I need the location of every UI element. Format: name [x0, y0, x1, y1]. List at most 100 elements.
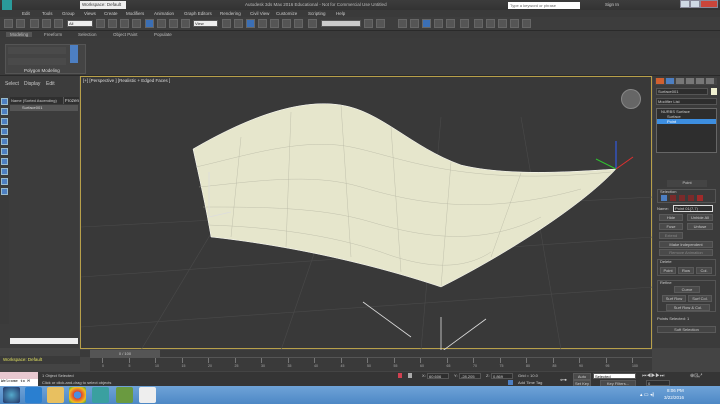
explorer-tab-edit[interactable]: Edit [46, 81, 55, 87]
clock-time[interactable]: 8:06 PM [667, 388, 684, 393]
auto-key-button[interactable]: Auto Key [573, 373, 591, 380]
list-item[interactable]: Surface001 [10, 105, 78, 111]
z-coordinate-field[interactable]: 0.869 [491, 373, 513, 379]
row-and-column-icon[interactable] [688, 195, 694, 201]
material-editor-icon[interactable] [460, 19, 469, 28]
delete-col-button[interactable]: Col. [696, 267, 712, 274]
surf-col-button[interactable]: Surf Col. [688, 295, 712, 302]
menu-scripting[interactable]: Scripting [308, 10, 330, 17]
time-tag-icon[interactable] [508, 380, 513, 385]
place-icon[interactable] [181, 19, 190, 28]
app-logo-icon[interactable] [2, 0, 12, 10]
align-icon[interactable] [376, 19, 385, 28]
explorer-tab-display[interactable]: Display [24, 81, 40, 87]
object-name-field[interactable]: Surface001 [656, 88, 708, 95]
menu-animation[interactable]: Animation [154, 10, 178, 17]
window-crossing-icon[interactable] [132, 19, 141, 28]
point-name-field[interactable]: Point 01(7,7) [673, 205, 713, 212]
layer-manager-icon[interactable] [398, 19, 407, 28]
add-time-tag-button[interactable]: Add Time Tag [518, 380, 542, 385]
surf-row-button[interactable]: Surf Row [662, 295, 686, 302]
move-gizmo[interactable] [596, 141, 633, 169]
time-slider[interactable]: 0 / 100 [80, 350, 652, 357]
region-select-icon[interactable] [120, 19, 129, 28]
lock-icon[interactable] [408, 373, 412, 378]
refine-curve-button[interactable]: Curve [674, 286, 700, 293]
menu-views[interactable]: Views [84, 10, 98, 17]
utilities-tab-icon[interactable] [706, 78, 714, 84]
scene-explorer-icon[interactable] [422, 19, 431, 28]
manipulate-icon[interactable] [234, 19, 243, 28]
tab-modeling[interactable]: Modeling [6, 32, 32, 37]
maxscript-listener[interactable]: Welcome to M [0, 379, 38, 386]
internet-explorer-icon[interactable] [25, 387, 42, 403]
object-color-swatch[interactable] [711, 88, 717, 95]
selection-filter-dropdown[interactable]: All [67, 20, 93, 27]
modifier-list-dropdown[interactable]: Modifier List [656, 98, 717, 105]
delete-row-button[interactable]: Row [678, 267, 694, 274]
angle-snap-icon[interactable] [270, 19, 279, 28]
select-object-icon[interactable] [96, 19, 105, 28]
display-helpers-icon[interactable] [1, 148, 8, 155]
camtasia-recorder-icon[interactable] [139, 387, 156, 403]
extend-button[interactable]: Extend [659, 232, 683, 239]
tab-selection[interactable]: Selection [78, 32, 97, 37]
create-tab-icon[interactable] [656, 78, 664, 84]
menu-graph-editors[interactable]: Graph Editors [184, 10, 214, 17]
menu-help[interactable]: Help [336, 10, 350, 17]
isolate-icon[interactable] [398, 373, 402, 378]
x-coordinate-field[interactable]: 60.606 [427, 373, 449, 379]
render-iterative-icon[interactable] [510, 19, 519, 28]
select-scale-icon[interactable] [169, 19, 178, 28]
named-selection-input[interactable] [321, 20, 361, 27]
viewport-nav-controls[interactable]: ⊕⊡⤢ [690, 373, 702, 379]
viewcube-icon[interactable] [621, 89, 641, 109]
display-tab-icon[interactable] [696, 78, 704, 84]
explorer-tab-select[interactable]: Select [5, 81, 19, 87]
key-icon[interactable]: ⊶ [560, 376, 567, 384]
rendered-frame-icon[interactable] [486, 19, 495, 28]
maxscript-listener-top[interactable] [0, 372, 38, 379]
percent-snap-icon[interactable] [282, 19, 291, 28]
display-bones-icon[interactable] [1, 188, 8, 195]
column-of-points-icon[interactable] [679, 195, 685, 201]
point-rollout-header[interactable]: Point [667, 180, 707, 187]
reference-coordinate-dropdown[interactable]: View [193, 20, 218, 27]
motion-tab-icon[interactable] [686, 78, 694, 84]
select-by-name-icon[interactable] [108, 19, 117, 28]
file-explorer-icon[interactable] [47, 387, 64, 403]
sign-in-link[interactable]: Sign In [605, 2, 619, 7]
track-bar[interactable]: 0510152025303540455055606570758085909510… [90, 357, 652, 371]
search-input[interactable]: Type a keyword or phrase [508, 2, 580, 9]
snaps-toggle-icon[interactable] [258, 19, 267, 28]
remove-animation-button[interactable]: Remove Animation [659, 249, 713, 256]
explorer-scrollbar[interactable] [10, 338, 78, 344]
display-groups-icon[interactable] [1, 168, 8, 175]
menu-customize[interactable]: Customize [276, 10, 302, 17]
keyboard-shortcut-icon[interactable] [246, 19, 255, 28]
select-move-icon[interactable] [145, 19, 154, 28]
close-button[interactable] [700, 0, 718, 8]
display-geometry-icon[interactable] [1, 108, 8, 115]
unfuse-button[interactable]: Unfuse [687, 223, 713, 230]
single-point-icon[interactable] [661, 195, 667, 201]
workspace-selector[interactable]: Workspace: Default [0, 356, 80, 364]
display-lights-icon[interactable] [1, 128, 8, 135]
soft-selection-rollout[interactable]: Soft Selection [657, 326, 716, 333]
workspace-dropdown[interactable]: Workspace: Default [80, 1, 126, 9]
undo-icon[interactable] [4, 19, 13, 28]
display-spacewarps-icon[interactable] [1, 158, 8, 165]
menu-group[interactable]: Group [62, 10, 78, 17]
polygon-modeling-label[interactable]: Polygon Modeling [24, 68, 60, 73]
modify-tab-icon[interactable] [666, 78, 674, 84]
playback-controls[interactable]: ⏮◀▶▶⏭ [642, 373, 664, 379]
time-slider-thumb[interactable]: 0 / 100 [90, 350, 160, 357]
camtasia-icon[interactable] [116, 387, 133, 403]
redo-icon[interactable] [16, 19, 25, 28]
unhide-all-button[interactable]: Unhide All [687, 214, 713, 221]
column-name-header[interactable]: Name (Sorted Ascending) [11, 97, 62, 104]
menu-civil-view[interactable]: Civil View [250, 10, 270, 17]
hierarchy-tab-icon[interactable] [676, 78, 684, 84]
graphite-toolbar-icon[interactable] [410, 19, 419, 28]
column-frozen-header[interactable]: Frozen [63, 97, 79, 104]
